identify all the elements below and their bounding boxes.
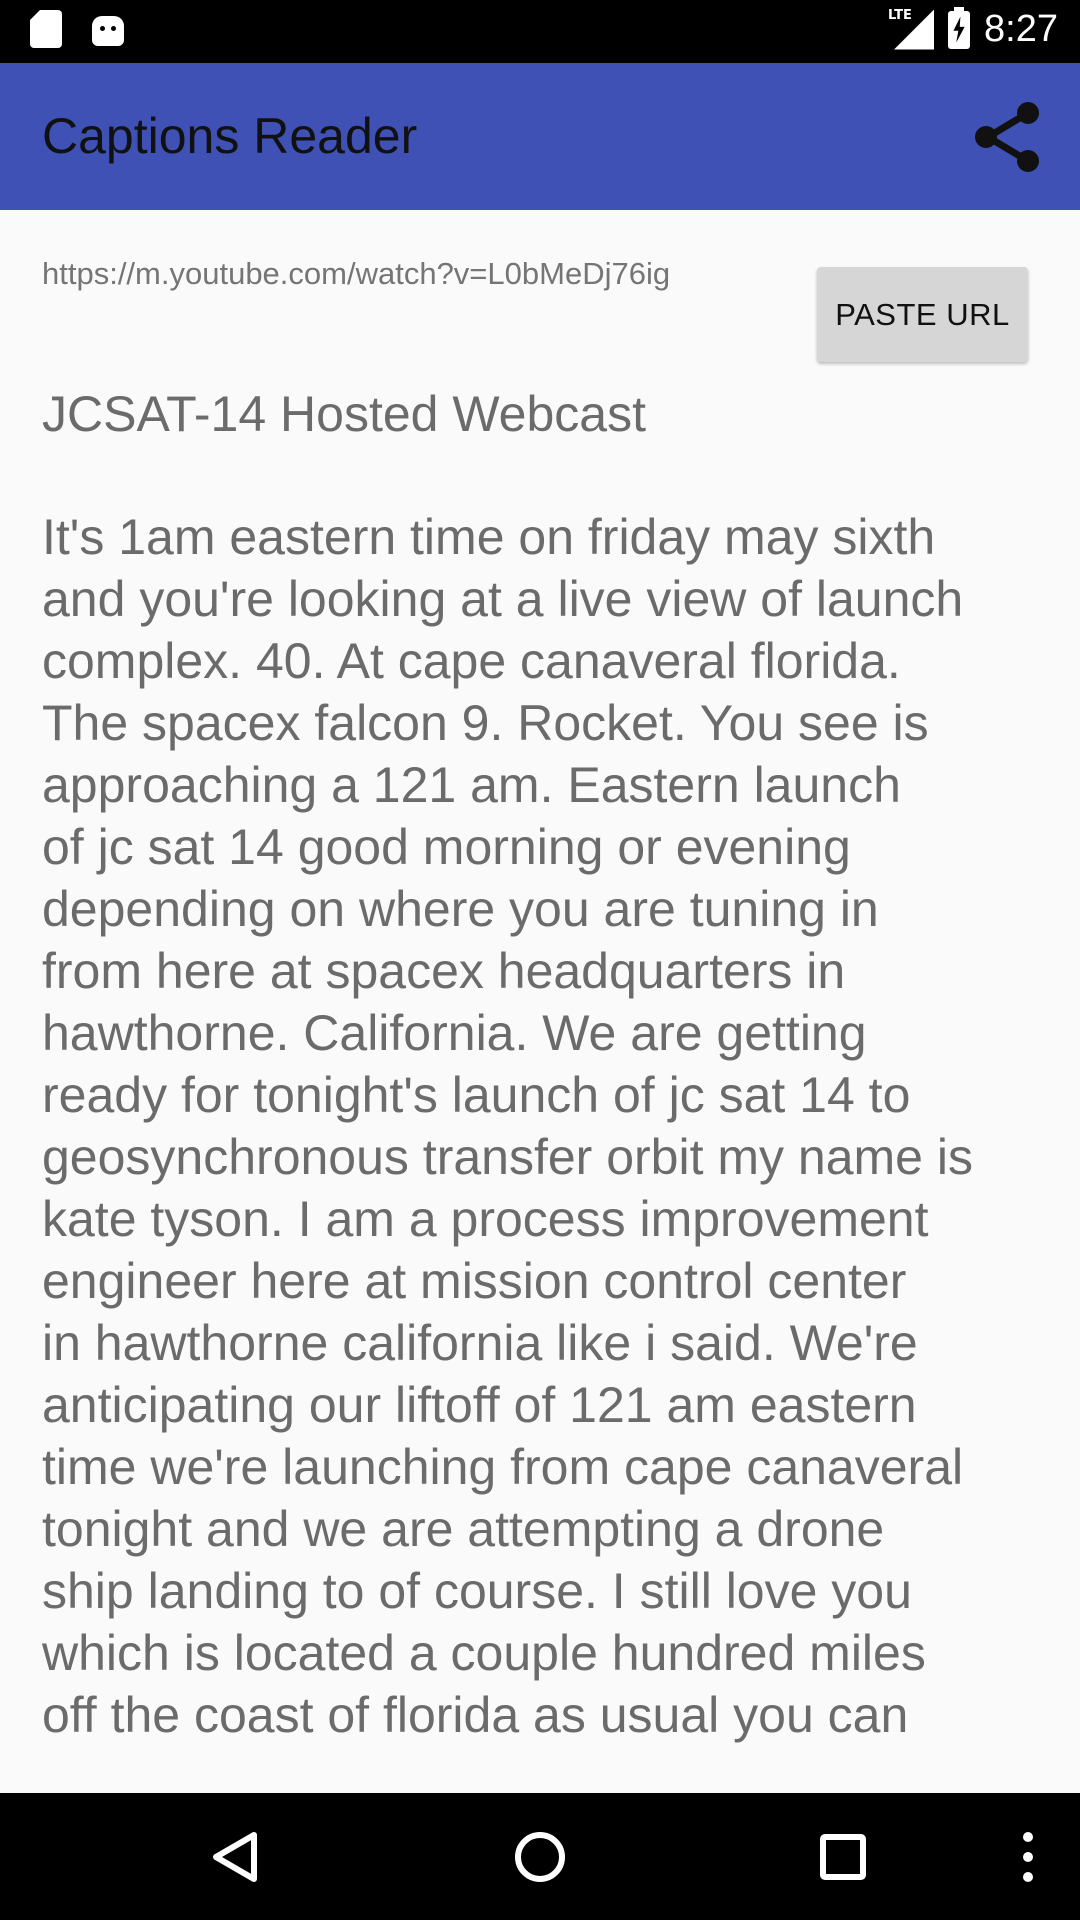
recents-button[interactable] xyxy=(783,1793,903,1920)
android-icon xyxy=(92,16,124,46)
home-icon xyxy=(515,1831,565,1882)
overflow-menu-icon xyxy=(1023,1831,1033,1882)
overflow-menu-button[interactable] xyxy=(998,1793,1058,1920)
app-title: Captions Reader xyxy=(42,108,418,164)
paste-url-button[interactable]: PASTE URL xyxy=(817,267,1028,362)
status-bar: LTE 8:27 xyxy=(0,0,1080,63)
share-button[interactable] xyxy=(970,99,1046,175)
url-field[interactable]: https://m.youtube.com/watch?v=L0bMeDj76i… xyxy=(42,256,670,292)
video-title: JCSAT-14 Hosted Webcast xyxy=(42,386,646,442)
captions-text: It's 1am eastern time on friday may sixt… xyxy=(42,509,973,1743)
status-left-icons xyxy=(30,10,124,48)
share-icon xyxy=(975,102,1039,172)
sd-card-icon xyxy=(30,10,62,48)
recents-icon xyxy=(820,1833,866,1880)
home-button[interactable] xyxy=(480,1793,600,1920)
back-button[interactable] xyxy=(176,1793,296,1920)
status-right-icons: LTE 8:27 xyxy=(888,6,1058,51)
status-clock: 8:27 xyxy=(984,8,1058,50)
main-content: https://m.youtube.com/watch?v=L0bMeDj76i… xyxy=(0,210,1080,1793)
signal-icon: LTE xyxy=(888,8,935,50)
back-icon xyxy=(213,1831,257,1882)
app-bar: Captions Reader xyxy=(0,63,1080,210)
network-type-label: LTE xyxy=(888,7,912,23)
navigation-bar xyxy=(0,1793,1080,1920)
battery-charging-icon xyxy=(948,6,971,49)
